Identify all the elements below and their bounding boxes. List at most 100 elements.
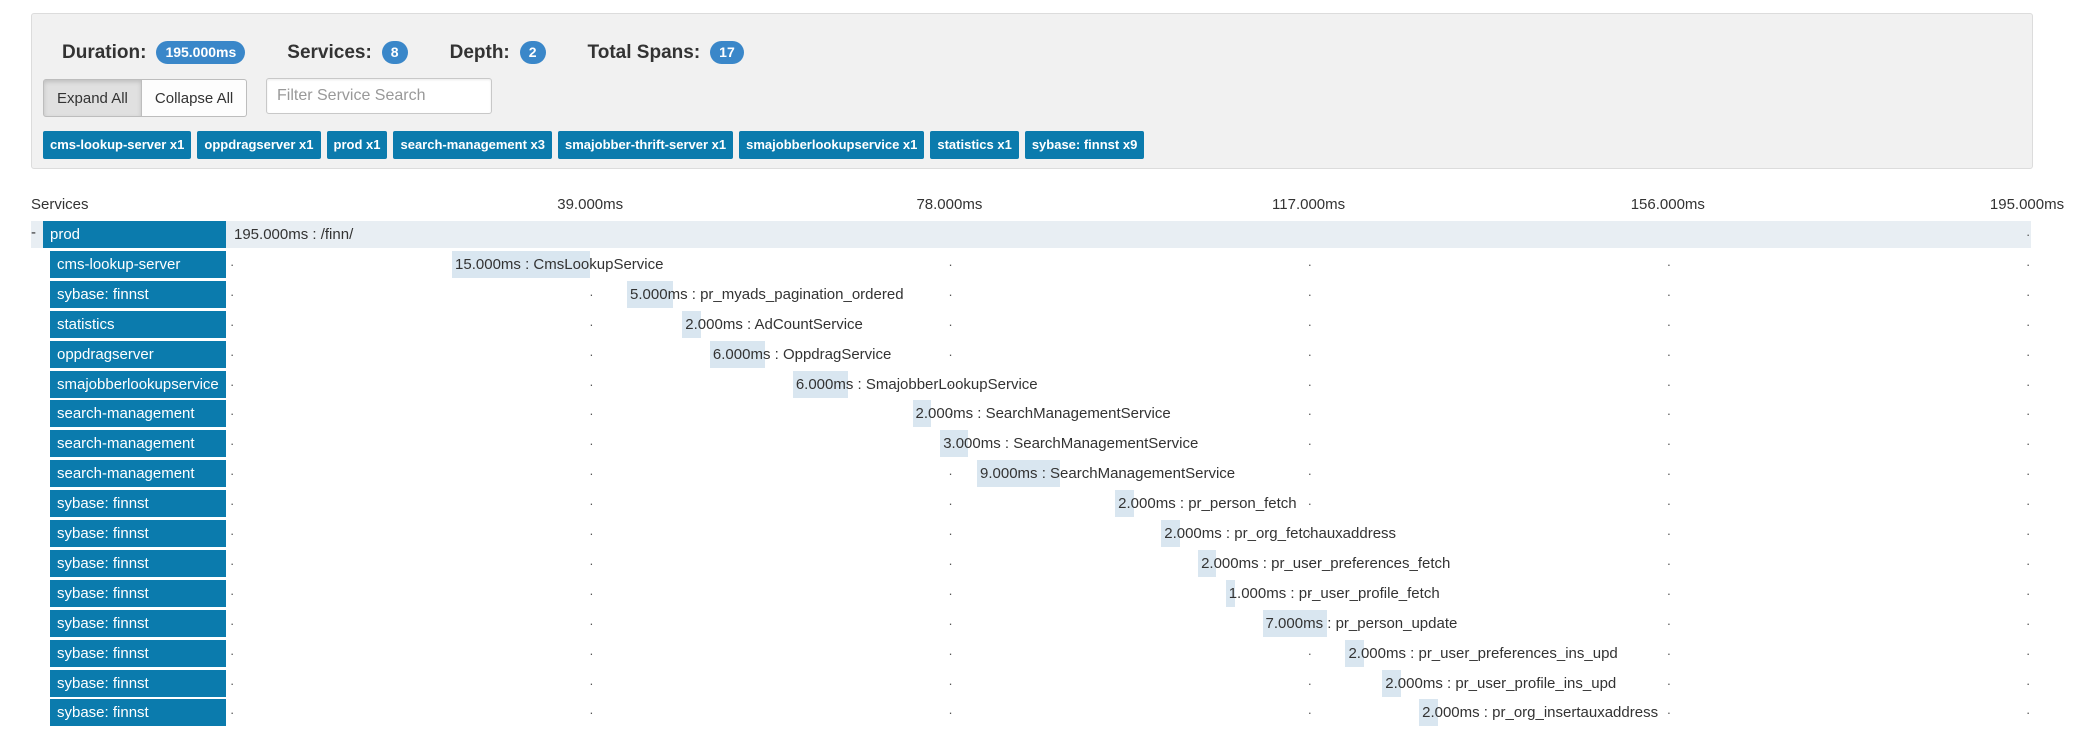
span-bar[interactable] xyxy=(1382,669,1401,697)
grid-dot: · xyxy=(1666,376,1672,392)
grid-dot: · xyxy=(948,346,953,362)
grid-dot: · xyxy=(948,645,953,661)
span-bar[interactable] xyxy=(682,310,701,338)
span-service-name[interactable]: sybase: finnst xyxy=(50,669,226,697)
grid-dot: · xyxy=(230,496,235,512)
span-label: 2.000ms : AdCountService xyxy=(685,315,863,333)
grid-dot: · xyxy=(1666,705,1672,721)
grid-dot: · xyxy=(2026,555,2031,571)
span-service-name[interactable]: sybase: finnst xyxy=(50,609,226,637)
span-row: sybase: finnst · · · · · · 5.000ms : pr_myads_p… xyxy=(31,280,2031,308)
span-service-name[interactable]: sybase: finnst xyxy=(50,639,226,667)
span-row: sybase: finnst · · · · · · 2.000ms : pr_org_fet… xyxy=(31,520,2031,547)
filter-service-search-input[interactable] xyxy=(266,78,492,114)
span-bar[interactable] xyxy=(1198,549,1217,577)
grid-dot: · xyxy=(2026,346,2031,362)
grid-dot: · xyxy=(1666,615,1672,631)
span-bar[interactable] xyxy=(940,430,968,458)
span-bar[interactable] xyxy=(231,221,2027,248)
span-service-name[interactable]: cms-lookup-server xyxy=(50,250,226,278)
expand-collapse-group: Expand All Collapse All xyxy=(43,79,248,117)
span-row: sybase: finnst · · · · · · 2.000ms : pr_user_pr… xyxy=(31,639,2031,667)
span-bar[interactable] xyxy=(1225,579,1235,607)
depth-label: Depth: xyxy=(449,41,510,63)
service-filter-chips: cms-lookup-server x1 oppdragserver x1 prod… xyxy=(43,131,1150,159)
service-chip[interactable]: smajobberlookupservice x1 xyxy=(739,131,925,159)
span-label: 2.000ms : pr_org_fetchauxaddress xyxy=(1164,525,1397,542)
grid-dot: · xyxy=(1666,286,1672,302)
service-chip[interactable]: cms-lookup-server x1 xyxy=(43,131,192,159)
total-spans-badge: 17 xyxy=(710,41,744,64)
grid-dot: · xyxy=(1307,316,1312,332)
service-chip[interactable]: prod x1 xyxy=(326,131,388,159)
services-stat: Services: 8 xyxy=(287,41,408,64)
span-bar[interactable] xyxy=(1115,490,1134,518)
grid-dot: · xyxy=(589,346,594,362)
grid-dot: · xyxy=(2026,406,2031,422)
grid-dot: · xyxy=(589,286,594,302)
span-label: 2.000ms : pr_person_fetch xyxy=(1118,495,1297,513)
depth-stat: Depth: 2 xyxy=(450,41,546,64)
span-bar[interactable] xyxy=(452,250,591,278)
span-row: sybase: finnst · · · · · · 2.000ms : pr_user_pr… xyxy=(31,549,2031,577)
grid-dot: · xyxy=(1666,496,1672,512)
span-service-name[interactable]: sybase: finnst xyxy=(50,520,226,547)
grid-dot: · xyxy=(589,675,594,691)
span-bar[interactable] xyxy=(1345,639,1364,667)
span-service-name[interactable]: sybase: finnst xyxy=(50,280,226,308)
grid-dot: · xyxy=(1666,256,1672,272)
expand-all-button[interactable]: Expand All xyxy=(43,79,142,117)
span-service-name[interactable]: sybase: finnst xyxy=(50,579,226,607)
grid-dot: · xyxy=(2026,286,2031,302)
span-row: sybase: finnst · · · · · · 2.000ms : pr_person_… xyxy=(31,490,2031,518)
span-bar[interactable] xyxy=(977,460,1060,488)
span-service-name[interactable]: prod xyxy=(43,221,226,248)
span-service-name[interactable]: sybase: finnst xyxy=(50,490,226,518)
service-chip[interactable]: sybase: finnst x9 xyxy=(1024,131,1145,159)
service-chip[interactable]: oppdragserver x1 xyxy=(197,131,321,159)
span-row: cms-lookup-server · · · · · · 15.000ms : CmsLoo… xyxy=(31,250,2031,278)
collapse-toggle[interactable]: - xyxy=(31,224,43,241)
span-row: search-management · · · · · · 9.000ms : SearchM… xyxy=(31,460,2031,488)
depth-badge: 2 xyxy=(519,41,546,64)
service-chip[interactable]: search-management x3 xyxy=(393,131,552,159)
grid-dot: · xyxy=(230,406,235,422)
grid-dot: · xyxy=(948,526,953,541)
span-row: statistics · · · · · · 2.000ms : AdCountService xyxy=(31,310,2031,338)
grid-dot: · xyxy=(1666,466,1672,482)
span-bar[interactable] xyxy=(792,370,849,398)
span-service-name[interactable]: search-management xyxy=(50,400,226,428)
grid-dot: · xyxy=(948,585,953,601)
grid-dot: · xyxy=(1666,555,1672,571)
span-service-name[interactable]: search-management xyxy=(50,460,226,488)
span-service-name[interactable]: sybase: finnst xyxy=(50,699,226,727)
service-chip[interactable]: smajobber-thrift-server x1 xyxy=(558,131,734,159)
span-row: smajobberlookupservice · · · · · · 6.000ms : Sm… xyxy=(31,370,2031,398)
span-bar[interactable] xyxy=(912,400,931,428)
duration-stat: Duration: 195.000ms xyxy=(62,41,246,64)
duration-badge: 195.000ms xyxy=(156,41,246,64)
span-service-name[interactable]: statistics xyxy=(50,310,226,338)
span-row: oppdragserver · · · · · · 6.000ms : OppdragServ… xyxy=(31,340,2031,368)
span-service-name[interactable]: sybase: finnst xyxy=(50,549,226,577)
span-service-name[interactable]: search-management xyxy=(50,430,226,458)
grid-dot: · xyxy=(589,585,594,601)
span-row: search-management······3.000ms : SearchM… xyxy=(31,430,2031,458)
timeline-tick-label: 39.000ms xyxy=(557,196,624,213)
grid-dot: · xyxy=(1307,376,1312,392)
span-bar[interactable] xyxy=(627,280,674,308)
span-row: sybase: finnst · · · · · · 2.000ms : pr_user_pr… xyxy=(31,669,2031,697)
service-chip[interactable]: statistics x1 xyxy=(930,131,1019,159)
span-bar[interactable] xyxy=(709,340,766,368)
span-service-name[interactable]: oppdragserver xyxy=(50,340,226,368)
grid-dot: · xyxy=(589,645,594,661)
span-bar[interactable] xyxy=(1262,609,1328,637)
timeline-tick-label: 195.000ms xyxy=(1989,196,2065,213)
grid-dot: · xyxy=(948,466,953,482)
grid-dot: · xyxy=(1666,675,1672,691)
grid-dot: · xyxy=(2026,705,2031,721)
collapse-all-button[interactable]: Collapse All xyxy=(141,79,248,117)
span-bar[interactable] xyxy=(1161,520,1180,547)
span-bar[interactable] xyxy=(1419,699,1438,727)
span-service-name[interactable]: smajobberlookupservice xyxy=(50,370,226,398)
